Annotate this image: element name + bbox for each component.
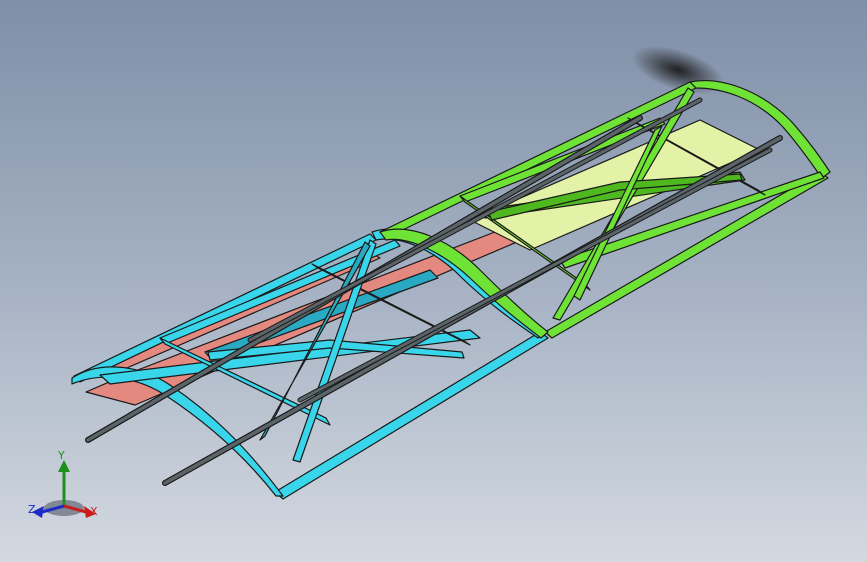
orientation-triad[interactable]: X Y Z: [24, 448, 104, 528]
wing-model[interactable]: [0, 0, 867, 562]
x-axis-label: X: [90, 505, 98, 518]
y-axis-label: Y: [58, 449, 65, 462]
z-axis-label: Z: [28, 503, 36, 516]
wing-panel-left[interactable]: [71, 221, 549, 500]
wing-panel-right[interactable]: [379, 80, 831, 339]
graphics-viewport[interactable]: X Y Z: [0, 0, 867, 562]
